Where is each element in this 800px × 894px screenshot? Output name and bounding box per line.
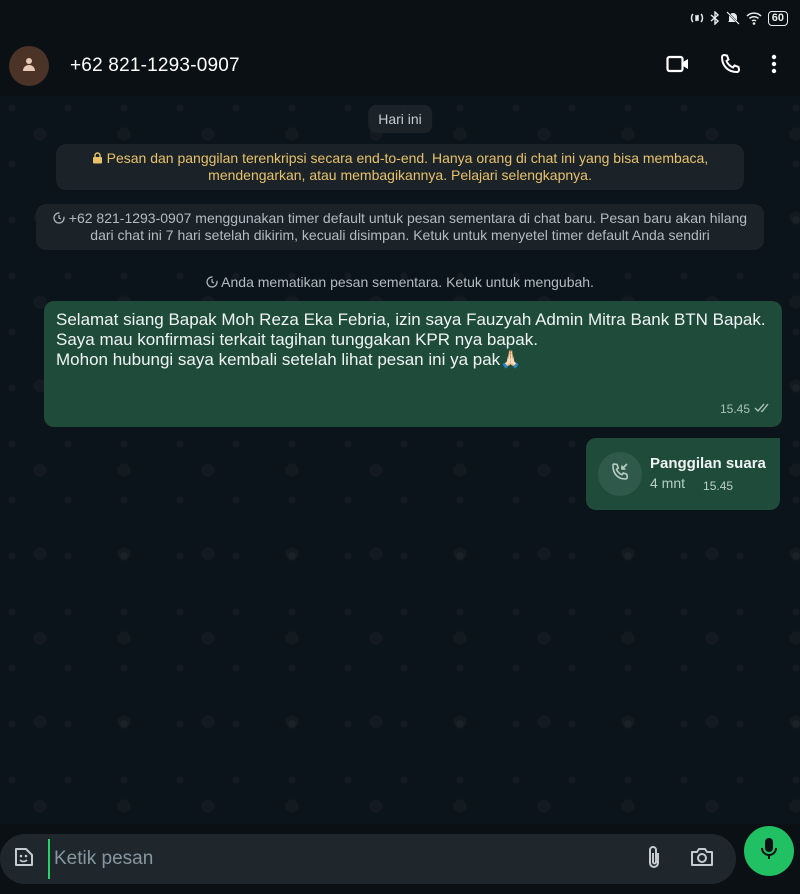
paperclip-icon — [647, 845, 661, 874]
message-paragraph: Selamat siang Bapak Moh Reza Eka Febria,… — [56, 310, 766, 329]
voice-call-button[interactable] — [704, 42, 756, 90]
camera-icon — [690, 847, 714, 872]
timer-text: +62 821-1293-0907 menggunakan timer defa… — [68, 210, 748, 243]
microphone-icon — [760, 837, 778, 866]
mute-bell-icon — [726, 11, 740, 25]
incoming-call-icon — [610, 462, 630, 487]
chat-header: +62 821-1293-0907 — [0, 36, 800, 96]
more-options-button[interactable] — [756, 42, 792, 90]
voice-message-button[interactable] — [744, 826, 794, 876]
contact-name[interactable]: +62 821-1293-0907 — [70, 55, 240, 77]
nfc-icon — [690, 11, 704, 25]
avatar[interactable] — [9, 46, 49, 86]
video-call-button[interactable] — [652, 42, 704, 90]
message-line: Saya mau konfirmasi terkait tagihan tung… — [56, 330, 538, 349]
attach-button[interactable] — [630, 837, 678, 881]
timer-notice[interactable]: +62 821-1293-0907 menggunakan timer defa… — [36, 204, 764, 250]
battery-level: 60 — [767, 10, 788, 26]
encryption-notice[interactable]: Pesan dan panggilan terenkripsi secara e… — [56, 144, 744, 190]
bluetooth-icon — [710, 11, 720, 25]
double-check-icon — [754, 399, 772, 419]
encryption-text: Pesan dan panggilan terenkripsi secara e… — [106, 150, 709, 183]
sticker-icon — [12, 845, 36, 874]
wifi-icon — [746, 11, 762, 25]
date-chip: Hari ini — [368, 105, 432, 133]
sticker-button[interactable] — [10, 837, 38, 881]
status-bar: 60 — [0, 0, 800, 36]
lock-icon — [92, 150, 107, 166]
timer-off-icon — [206, 274, 221, 290]
call-title: Panggilan suara — [650, 455, 766, 472]
more-vert-icon — [771, 54, 777, 79]
message-input[interactable] — [48, 839, 630, 879]
call-bubble[interactable]: Panggilan suara 4 mnt 15.45 — [586, 438, 780, 510]
message-bubble[interactable]: Selamat siang Bapak Moh Reza Eka Febria,… — [44, 301, 782, 427]
message-line: Mohon hubungi saya kembali setelah lihat… — [56, 350, 522, 369]
composer — [0, 824, 800, 894]
message-input-box — [0, 834, 736, 884]
chat-area[interactable]: Hari ini Pesan dan panggilan terenkripsi… — [0, 96, 800, 824]
phone-icon — [719, 53, 741, 80]
call-duration: 4 mnt — [650, 475, 686, 491]
timer-icon — [53, 210, 69, 226]
camera-button[interactable] — [678, 837, 726, 881]
disappearing-off-text: Anda mematikan pesan sementara. Ketuk un… — [221, 274, 594, 290]
video-call-icon — [666, 55, 690, 78]
call-time: 15.45 — [703, 479, 734, 493]
avatar-person-icon — [21, 56, 37, 77]
disappearing-off-notice[interactable]: Anda mematikan pesan sementara. Ketuk un… — [196, 268, 604, 296]
call-icon-circle — [598, 452, 642, 496]
message-time: 15.45 — [719, 402, 750, 416]
